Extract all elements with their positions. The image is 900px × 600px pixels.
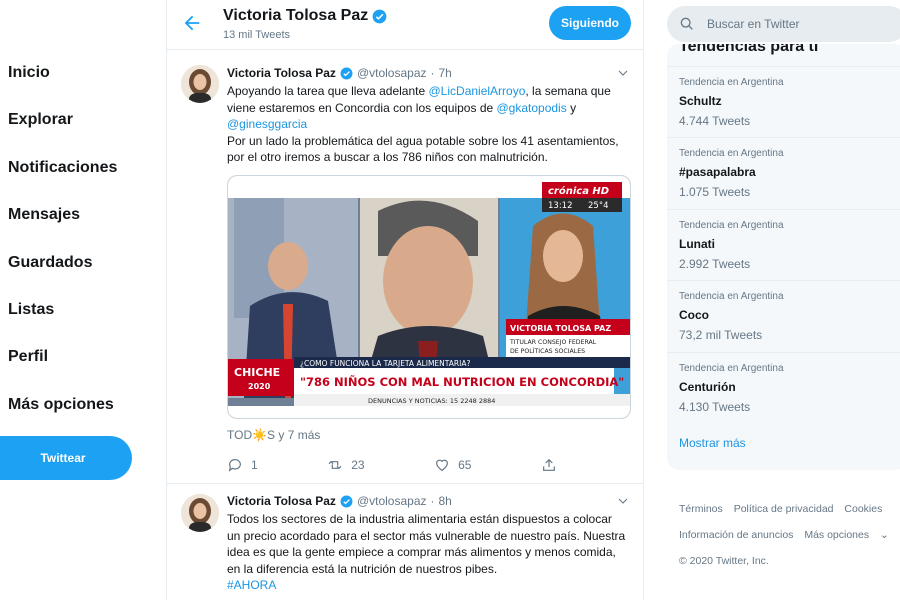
verified-badge-icon bbox=[340, 495, 353, 507]
search-icon bbox=[680, 17, 693, 30]
footer-link-cookies[interactable]: Cookies bbox=[844, 503, 882, 515]
search-input[interactable]: Buscar en Twitter bbox=[707, 17, 799, 31]
chevron-down-icon[interactable] bbox=[617, 67, 629, 79]
trends-panel: Tendencias para ti Tendencia en Argentin… bbox=[667, 44, 900, 470]
timeline-column: Victoria Tolosa Paz 13 mil Tweets Siguie… bbox=[166, 0, 644, 600]
tweet-text: Apoyando la tarea que lleva adelante @Li… bbox=[227, 84, 619, 164]
retweet-count: 23 bbox=[351, 458, 365, 472]
mention-link[interactable]: @ginesggarcia bbox=[227, 117, 307, 131]
trend-context: Tendencia en Argentina bbox=[679, 77, 784, 88]
trend-context: Tendencia en Argentina bbox=[679, 148, 784, 159]
following-button[interactable]: Siguiendo bbox=[549, 6, 631, 40]
verified-badge-icon bbox=[372, 9, 387, 23]
footer-link-more[interactable]: Más opciones ⌄ bbox=[804, 529, 889, 541]
tweet-count: 13 mil Tweets bbox=[223, 29, 291, 41]
trend-item[interactable]: Tendencia en Argentina Coco 73,2 mil Twe… bbox=[667, 280, 900, 351]
tweet[interactable]: Victoria Tolosa Paz @vtolosapaz · 8h Tod… bbox=[167, 484, 643, 600]
mention-link[interactable]: #AHORA bbox=[227, 578, 276, 592]
tweet-time[interactable]: 8h bbox=[439, 494, 452, 508]
nav-item-profile[interactable]: Perfil bbox=[8, 348, 48, 366]
footer-link-terms[interactable]: Términos bbox=[679, 503, 723, 515]
share-button[interactable] bbox=[541, 457, 557, 473]
trend-name: Lunati bbox=[679, 237, 715, 251]
author-handle[interactable]: @vtolosapaz bbox=[357, 494, 427, 508]
channel-logo: crónica HD bbox=[548, 185, 609, 197]
profile-name: Victoria Tolosa Paz bbox=[223, 7, 369, 24]
trend-context: Tendencia en Argentina bbox=[679, 363, 784, 374]
trend-count: 4.130 Tweets bbox=[679, 400, 751, 414]
sidebar-right: Tendencias para ti Tendencia en Argentin… bbox=[645, 0, 900, 600]
like-button[interactable]: 65 bbox=[434, 457, 471, 473]
mention-link[interactable]: @gkatopodis bbox=[497, 101, 567, 115]
tweet-button[interactable]: Twittear bbox=[0, 436, 132, 480]
headline-text: "786 NIÑOS CON MAL NUTRICION EN CONCORDI… bbox=[300, 374, 624, 389]
trend-context: Tendencia en Argentina bbox=[679, 220, 784, 231]
trend-count: 1.075 Tweets bbox=[679, 185, 751, 199]
trend-item[interactable]: Tendencia en Argentina Schultz 4.744 Twe… bbox=[667, 66, 900, 137]
heart-icon bbox=[436, 459, 449, 472]
trend-count: 4.744 Tweets bbox=[679, 114, 751, 128]
avatar[interactable] bbox=[181, 494, 219, 532]
program-year: 2020 bbox=[248, 382, 271, 391]
author-name[interactable]: Victoria Tolosa Paz bbox=[227, 494, 336, 508]
tweet[interactable]: Victoria Tolosa Paz @vtolosapaz · 7h Apo… bbox=[167, 51, 643, 484]
trend-item[interactable]: Tendencia en Argentina #pasapalabra 1.07… bbox=[667, 137, 900, 208]
ticker-text: DENUNCIAS Y NOTICIAS: 15 2248 2884 bbox=[368, 397, 495, 405]
trend-count: 73,2 mil Tweets bbox=[679, 328, 763, 342]
profile-header: Victoria Tolosa Paz 13 mil Tweets Siguie… bbox=[167, 0, 643, 50]
nav-item-home[interactable]: Inicio bbox=[8, 64, 50, 82]
tagged-accounts[interactable]: TOD☀️S y 7 más bbox=[227, 428, 320, 442]
back-arrow-icon[interactable] bbox=[181, 12, 203, 34]
copyright: © 2020 Twitter, Inc. bbox=[679, 555, 769, 567]
tweet-text: Todos los sectores de la industria alime… bbox=[227, 512, 626, 592]
nav-item-messages[interactable]: Mensajes bbox=[8, 206, 80, 224]
avatar[interactable] bbox=[181, 65, 219, 103]
trend-name: Schultz bbox=[679, 94, 722, 108]
author-name[interactable]: Victoria Tolosa Paz bbox=[227, 66, 336, 80]
reply-button[interactable]: 1 bbox=[227, 457, 258, 473]
broadcast-temperature: 25°4 bbox=[588, 201, 608, 211]
nav-item-more[interactable]: Más opciones bbox=[8, 396, 114, 414]
left-navigation: Inicio Explorar Notificaciones Mensajes … bbox=[0, 0, 165, 600]
retweet-button[interactable]: 23 bbox=[327, 457, 365, 473]
tweet-header: Victoria Tolosa Paz @vtolosapaz · 7h bbox=[227, 66, 452, 80]
trend-context: Tendencia en Argentina bbox=[679, 291, 784, 302]
tweet-header: Victoria Tolosa Paz @vtolosapaz · 8h bbox=[227, 494, 452, 508]
trend-count: 2.992 Tweets bbox=[679, 257, 751, 271]
footer-links: Términos Política de privacidad Cookies … bbox=[679, 496, 899, 574]
show-more-link[interactable]: Mostrar más bbox=[679, 436, 746, 450]
retweet-icon bbox=[328, 460, 342, 470]
role-banner-line-1: TITULAR CONSEJO FEDERAL bbox=[509, 339, 597, 346]
footer-link-ads-info[interactable]: Información de anuncios bbox=[679, 529, 793, 541]
nav-item-explore[interactable]: Explorar bbox=[8, 111, 73, 129]
trend-name: #pasapalabra bbox=[679, 165, 756, 179]
profile-title: Victoria Tolosa Paz bbox=[223, 7, 387, 25]
tweet-video-thumbnail[interactable]: crónica HD 13:12 25°4 VICTORIA TOLOSA PA… bbox=[227, 175, 631, 419]
verified-badge-icon bbox=[340, 67, 353, 79]
reply-count: 1 bbox=[251, 458, 258, 472]
search-bar[interactable]: Buscar en Twitter bbox=[667, 6, 900, 42]
reply-icon bbox=[228, 459, 241, 472]
trend-item[interactable]: Tendencia en Argentina Centurión 4.130 T… bbox=[667, 352, 900, 423]
share-icon bbox=[543, 458, 555, 471]
role-banner-line-2: DE POLÍTICAS SOCIALES bbox=[510, 346, 585, 355]
program-name: CHICHE bbox=[234, 366, 280, 379]
lower-third-question: ¿COMO FUNCIONA LA TARJETA ALIMENTARIA? bbox=[300, 359, 470, 368]
broadcast-clock: 13:12 bbox=[548, 201, 573, 211]
tweet-actions: 1 23 65 bbox=[227, 457, 557, 473]
trends-title: Tendencias para ti bbox=[679, 44, 819, 55]
nav-item-notifications[interactable]: Notificaciones bbox=[8, 159, 117, 177]
trend-item[interactable]: Tendencia en Argentina Lunati 2.992 Twee… bbox=[667, 209, 900, 280]
chevron-down-icon[interactable] bbox=[617, 495, 629, 507]
name-banner: VICTORIA TOLOSA PAZ bbox=[510, 324, 611, 333]
trend-name: Coco bbox=[679, 308, 709, 322]
like-count: 65 bbox=[458, 458, 472, 472]
author-handle[interactable]: @vtolosapaz bbox=[357, 66, 427, 80]
tweet-time[interactable]: 7h bbox=[439, 66, 452, 80]
nav-item-bookmarks[interactable]: Guardados bbox=[8, 254, 92, 272]
footer-link-privacy[interactable]: Política de privacidad bbox=[734, 503, 834, 515]
mention-link[interactable]: @LicDanielArroyo bbox=[429, 84, 526, 98]
trend-name: Centurión bbox=[679, 380, 736, 394]
nav-item-lists[interactable]: Listas bbox=[8, 301, 54, 319]
